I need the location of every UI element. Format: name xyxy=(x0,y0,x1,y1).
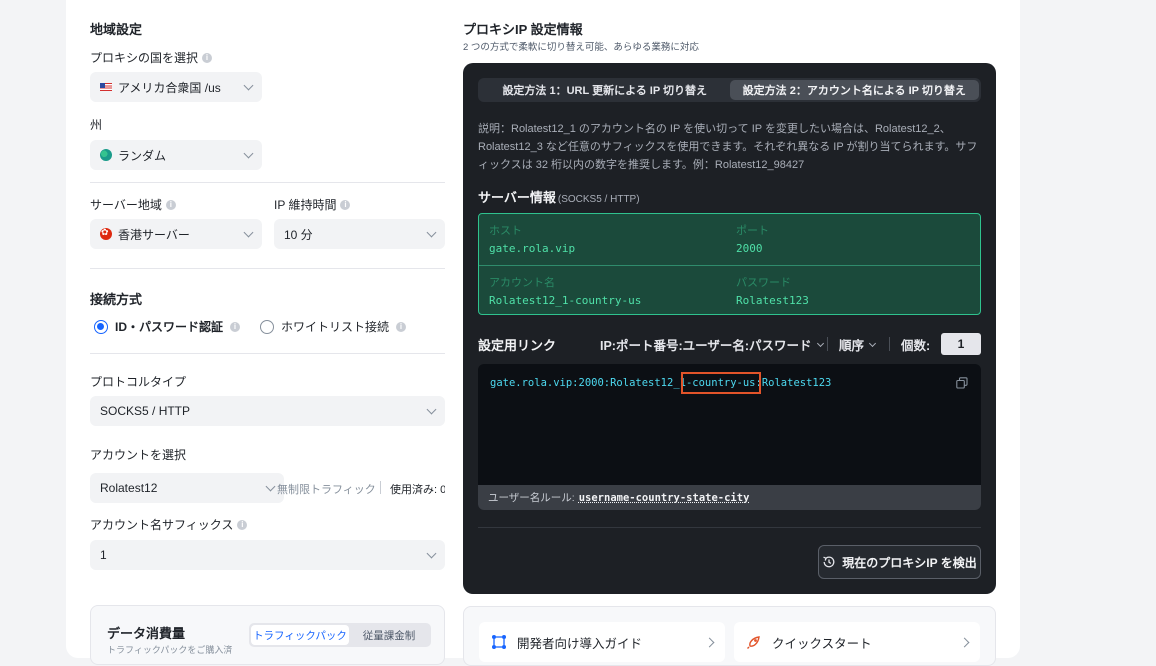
state-label: 州 xyxy=(90,118,103,132)
chevron-down-icon xyxy=(243,227,254,237)
account-name-label: アカウント名 xyxy=(489,277,555,289)
tab-pay-per-use[interactable]: 従量課金制 xyxy=(349,625,429,645)
divider xyxy=(90,268,445,269)
highlight-box: -country-us xyxy=(681,372,761,394)
info-icon[interactable]: i xyxy=(202,52,213,63)
suffix-label: アカウント名サフィックス i xyxy=(90,516,248,533)
config-link-title: 設定用リンク xyxy=(478,338,557,353)
data-usage-card: データ消費量 トラフィックパックをご購入済 トラフィックパック 従量課金制 xyxy=(90,605,445,665)
chevron-right-icon xyxy=(959,637,970,647)
proxy-settings-subtitle: 2 つの方式で柔軟に切り替え可能、あらゆる業務に対応 xyxy=(463,42,699,53)
password-label: パスワード xyxy=(736,277,791,289)
divider xyxy=(90,182,445,183)
data-usage-desc: トラフィックパックをご購入済 xyxy=(107,645,233,655)
count-label: 個数: xyxy=(901,339,931,353)
ip-keep-label: IP 維持時間 i xyxy=(274,196,351,213)
protocol-select[interactable]: SOCKS5 / HTTP xyxy=(90,396,445,426)
tab-method-1[interactable]: 設定方法 1：URL 更新による IP 切り替え xyxy=(480,80,730,100)
divider xyxy=(380,481,381,494)
chevron-right-icon xyxy=(704,637,715,647)
detect-proxy-ip-button[interactable]: 現在のプロキシIP を検出 xyxy=(818,545,981,579)
copy-icon[interactable] xyxy=(956,377,968,389)
quick-start-card[interactable]: クイックスタート xyxy=(734,622,980,662)
radio-unchecked-icon[interactable] xyxy=(260,319,274,334)
port-label: ポート xyxy=(736,225,769,237)
order-select[interactable]: 順序 xyxy=(839,335,877,354)
tab-method-2[interactable]: 設定方法 2：アカウント名による IP 切り替え xyxy=(729,80,979,100)
config-link-text[interactable]: gate.rola.vip:2000:Rolatest12_1-country-… xyxy=(490,372,831,394)
method-tabs: 設定方法 1：URL 更新による IP 切り替え 設定方法 2：アカウント名によ… xyxy=(478,78,981,102)
connection-method-title: 接続方式 xyxy=(90,292,143,307)
server-row: アカウント名 Rolatest12_1-country-us パスワード Rol… xyxy=(479,265,980,315)
chevron-down-icon xyxy=(426,227,437,237)
count-input[interactable]: 1 xyxy=(941,333,981,355)
password-value[interactable]: Rolatest123 xyxy=(736,294,809,307)
info-icon[interactable]: i xyxy=(340,199,351,210)
us-flag-icon xyxy=(100,83,112,91)
divider xyxy=(827,337,828,351)
chevron-down-icon xyxy=(265,481,276,491)
region-settings-title: 地域設定 xyxy=(90,22,143,37)
developer-guide-card[interactable]: 開発者向け導入ガイド xyxy=(479,622,725,662)
state-select[interactable]: ランダム xyxy=(90,140,262,170)
host-value[interactable]: gate.rola.vip xyxy=(489,242,575,255)
tab-traffic-pack[interactable]: トラフィックパック xyxy=(251,625,349,645)
account-name-value[interactable]: Rolatest12_1-country-us xyxy=(489,294,641,307)
info-icon[interactable]: i xyxy=(237,519,248,530)
radio-checked-icon[interactable] xyxy=(94,319,108,334)
used-percent-text: 使用済み: 0% xyxy=(390,484,445,496)
server-info-box: ホスト gate.rola.vip ポート 2000 アカウント名 Rolate… xyxy=(478,213,981,315)
suffix-select[interactable]: 1 xyxy=(90,540,445,570)
info-icon[interactable]: i xyxy=(230,321,241,332)
protocol-label: プロトコルタイプ xyxy=(90,375,187,389)
account-label: アカウントを選択 xyxy=(90,448,187,462)
country-select[interactable]: アメリカ合衆国 /us xyxy=(90,72,262,102)
radio-whitelist[interactable]: ホワイトリスト接続 i xyxy=(260,318,407,335)
divider xyxy=(90,353,445,354)
chevron-down-icon xyxy=(426,548,437,558)
server-region-label: サーバー地域 i xyxy=(90,196,176,213)
refresh-clock-icon xyxy=(823,556,835,568)
divider xyxy=(478,527,981,528)
unlimited-traffic-text: 無制限トラフィック xyxy=(277,484,376,496)
config-link-box: gate.rola.vip:2000:Rolatest12_1-country-… xyxy=(478,364,981,510)
proxy-settings-title: プロキシIP 設定情報 xyxy=(463,22,583,37)
account-select[interactable]: Rolatest12 xyxy=(90,473,284,503)
proxy-config-panel: 設定方法 1：URL 更新による IP 切り替え 設定方法 2：アカウント名によ… xyxy=(463,63,996,594)
username-rule: ユーザー名ルール: username-country-state-city xyxy=(478,485,981,510)
radio-id-password[interactable]: ID・パスワード認証 i xyxy=(94,318,241,335)
globe-icon xyxy=(100,149,112,161)
server-info-title: サーバー情報 (SOCKS5 / HTTP) xyxy=(478,190,640,205)
method-description: 説明：Rolatest12_1 のアカウント名の IP を使い切って IP を変… xyxy=(478,123,978,171)
usage-tabs: トラフィックパック 従量課金制 xyxy=(249,623,431,647)
country-label: プロキシの国を選択 i xyxy=(90,49,213,66)
chevron-down-icon xyxy=(868,339,877,347)
chevron-down-icon xyxy=(243,80,254,90)
info-icon[interactable]: i xyxy=(165,199,176,210)
port-value[interactable]: 2000 xyxy=(736,242,769,255)
divider xyxy=(889,337,890,351)
chevron-down-icon xyxy=(816,339,824,347)
chevron-down-icon xyxy=(243,148,254,158)
format-select[interactable]: IP:ポート番号:ユーザー名:パスワード xyxy=(600,335,824,354)
ip-keep-select[interactable]: 10 分 xyxy=(274,219,445,249)
server-region-select[interactable]: 香港サーバー xyxy=(90,219,262,249)
server-row: ホスト gate.rola.vip ポート 2000 xyxy=(479,214,980,264)
rocket-icon xyxy=(747,636,760,649)
integration-icon xyxy=(492,635,506,649)
chevron-down-icon xyxy=(426,404,437,414)
hk-flag-icon xyxy=(100,227,112,240)
info-icon[interactable]: i xyxy=(396,321,407,332)
data-usage-title: データ消費量 xyxy=(107,626,186,641)
host-label: ホスト xyxy=(489,225,522,237)
